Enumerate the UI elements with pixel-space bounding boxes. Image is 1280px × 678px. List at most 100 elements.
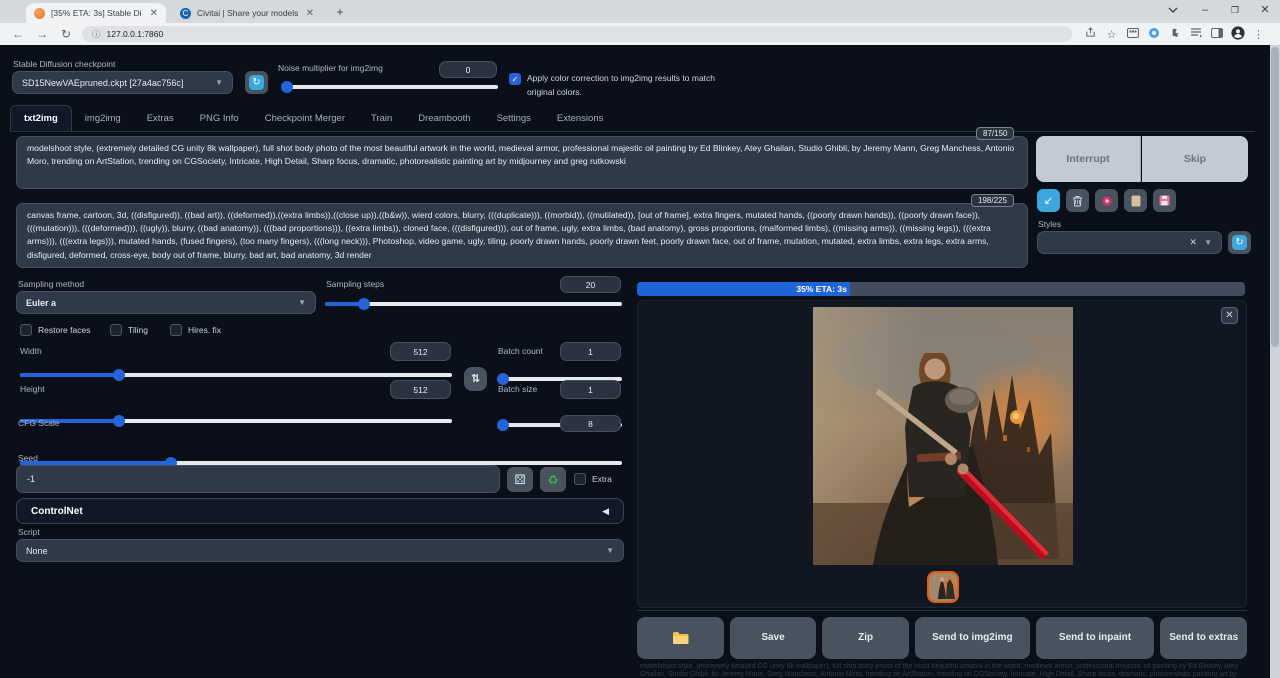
save-style-button[interactable]	[1153, 189, 1176, 212]
gallery-thumbnail[interactable]	[927, 571, 959, 603]
side-panel-icon[interactable]	[1206, 28, 1227, 41]
width-slider[interactable]	[20, 373, 452, 377]
height-input[interactable]: 512	[390, 380, 451, 399]
tab-img2img[interactable]: img2img	[72, 106, 134, 131]
send-to-extras-button[interactable]: Send to extras	[1160, 617, 1247, 659]
window-restore-button[interactable]: ❐	[1222, 0, 1248, 20]
sampling-method-value: Euler a	[26, 298, 56, 308]
tab-txt2img[interactable]: txt2img	[10, 105, 72, 131]
skip-button[interactable]: Skip	[1142, 136, 1248, 182]
clear-prompt-button[interactable]	[1066, 189, 1089, 212]
refresh-checkpoints-button[interactable]: ↻	[245, 71, 268, 94]
tab-list-icon[interactable]	[1185, 28, 1206, 41]
restore-faces-checkbox[interactable]: Restore faces	[20, 324, 90, 336]
seed-input[interactable]: -1	[16, 465, 500, 493]
tab-train[interactable]: Train	[358, 106, 405, 131]
browser-tab-civitai[interactable]: C Civitai | Share your models ✕	[172, 3, 322, 23]
save-button[interactable]: Save	[730, 617, 817, 659]
height-slider[interactable]	[20, 419, 452, 423]
forward-icon[interactable]: →	[30, 27, 54, 41]
prompt-tool-row: ↙	[1037, 189, 1176, 212]
generated-image[interactable]	[813, 307, 1073, 565]
close-preview-icon[interactable]: ✕	[1221, 307, 1238, 324]
script-dropdown[interactable]: None ▼	[16, 539, 624, 562]
extra-seed-checkbox[interactable]: Extra	[574, 473, 612, 485]
scrollbar-thumb[interactable]	[1271, 47, 1279, 347]
clear-styles-icon[interactable]: ✕	[1190, 237, 1198, 248]
window-minimize-button[interactable]: –	[1192, 0, 1218, 20]
hires-fix-checkbox[interactable]: Hires. fix	[170, 324, 221, 336]
cfg-scale-input[interactable]: 8	[560, 415, 621, 432]
batch-size-input[interactable]: 1	[560, 380, 621, 399]
interrupt-button[interactable]: Interrupt	[1036, 136, 1141, 182]
color-correction-checkbox-row[interactable]: ✓ Apply color correction to img2img resu…	[509, 71, 739, 99]
tab-settings[interactable]: Settings	[484, 106, 544, 131]
image-preview-panel: ✕	[637, 300, 1247, 608]
checkbox-checked-icon[interactable]: ✓	[509, 73, 521, 85]
reuse-seed-button[interactable]: ♻	[540, 467, 566, 492]
generation-info-text: modelshoot style, (extremely detailed CG…	[640, 663, 1245, 678]
swap-dimensions-button[interactable]: ⇅	[464, 367, 487, 391]
noise-multiplier-slider[interactable]	[281, 85, 498, 89]
open-folder-button[interactable]	[637, 617, 724, 659]
page-scrollbar[interactable]	[1270, 45, 1280, 678]
send-to-inpaint-button[interactable]: Send to inpaint	[1036, 617, 1155, 659]
bookmark-star-icon[interactable]: ☆	[1101, 28, 1122, 41]
tab-checkpoint-merger[interactable]: Checkpoint Merger	[252, 106, 358, 131]
zip-button[interactable]: Zip	[822, 617, 909, 659]
extensions-puzzle-icon[interactable]	[1164, 27, 1185, 41]
output-button-row: Save Zip Send to img2img Send to inpaint…	[637, 617, 1247, 659]
profile-avatar[interactable]	[1227, 26, 1248, 43]
checkbox-icon[interactable]	[170, 324, 182, 336]
chevron-down-icon: ▼	[606, 546, 614, 555]
back-icon[interactable]: ←	[6, 27, 30, 41]
sampling-steps-input[interactable]: 20	[560, 276, 621, 293]
tab-extensions[interactable]: Extensions	[544, 106, 616, 131]
styles-dropdown[interactable]: ✕ ▼	[1037, 231, 1222, 254]
width-input[interactable]: 512	[390, 342, 451, 361]
tab-extras[interactable]: Extras	[134, 106, 187, 131]
recycle-icon: ♻	[548, 473, 559, 487]
negative-prompt-token-counter: 198/225	[971, 194, 1014, 207]
progress-bar: 35% ETA: 3s	[637, 282, 1245, 296]
url-bar[interactable]: ⓘ 127.0.0.1:7860	[82, 26, 1072, 42]
seed-label: Seed	[18, 453, 38, 463]
blue-extension-icon[interactable]	[1143, 27, 1164, 42]
tab-close-icon[interactable]: ✕	[306, 8, 314, 19]
apply-style-button[interactable]	[1124, 189, 1147, 212]
reload-icon[interactable]: ↻	[54, 27, 78, 41]
checkbox-icon[interactable]	[574, 473, 586, 485]
tiling-checkbox[interactable]: Tiling	[110, 324, 148, 336]
checkpoint-dropdown[interactable]: SD15NewVAEpruned.ckpt [27a4ac756c] ▼	[12, 71, 233, 94]
share-icon[interactable]	[1080, 27, 1101, 41]
tab-png-info[interactable]: PNG Info	[187, 106, 252, 131]
window-close-button[interactable]: ✕	[1252, 0, 1278, 20]
gradio-favicon	[34, 8, 45, 19]
kebab-menu-icon[interactable]: ⋮	[1248, 28, 1269, 41]
tab-dreambooth[interactable]: Dreambooth	[405, 106, 483, 131]
send-to-img2img-button[interactable]: Send to img2img	[915, 617, 1030, 659]
negative-prompt-textarea[interactable]: canvas frame, cartoon, 3d, ((disfigured)…	[16, 203, 1028, 268]
checkbox-icon[interactable]	[110, 324, 122, 336]
new-tab-button[interactable]: +	[332, 4, 348, 20]
sampling-method-label: Sampling method	[18, 279, 84, 289]
sampling-steps-slider[interactable]	[325, 302, 622, 306]
extra-networks-button[interactable]	[1095, 189, 1118, 212]
sampling-method-dropdown[interactable]: Euler a ▼	[16, 291, 316, 314]
extension-grid-icon[interactable]	[1122, 28, 1143, 41]
checkbox-icon[interactable]	[20, 324, 32, 336]
refresh-styles-button[interactable]: ↻	[1228, 231, 1251, 254]
batch-count-input[interactable]: 1	[560, 342, 621, 361]
prompt-textarea[interactable]: modelshoot style, (extremely detailed CG…	[16, 136, 1028, 189]
dice-icon: ⚄	[514, 472, 525, 488]
noise-multiplier-input[interactable]: 0	[439, 61, 497, 78]
tab-title: Civitai | Share your models	[197, 8, 298, 18]
random-seed-button[interactable]: ⚄	[507, 467, 533, 492]
styles-label: Styles	[1038, 219, 1061, 229]
paste-generation-params-button[interactable]: ↙	[1037, 189, 1060, 212]
browser-tab-stable-diffusion[interactable]: [35% ETA: 3s] Stable Diffusion ✕	[26, 3, 166, 23]
tab-close-icon[interactable]: ✕	[150, 8, 158, 19]
controlnet-accordion[interactable]: ControlNet ◀	[16, 498, 624, 524]
window-chevron-icon[interactable]	[1160, 0, 1186, 20]
site-info-icon[interactable]: ⓘ	[92, 28, 101, 40]
